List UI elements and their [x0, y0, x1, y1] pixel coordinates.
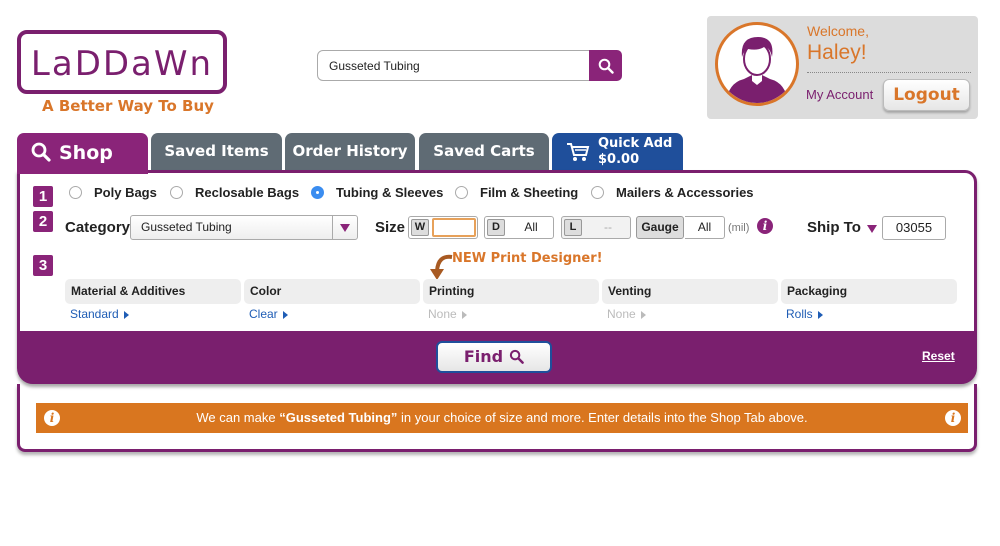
category-value: Gusseted Tubing: [141, 220, 232, 234]
option-value-text: None: [607, 307, 636, 321]
depth-key: D: [487, 219, 505, 236]
length-key: L: [564, 219, 582, 236]
quick-add-label: Quick Add: [598, 136, 673, 151]
info-icon: i: [945, 410, 961, 426]
search-icon: [598, 58, 614, 74]
reset-link[interactable]: Reset: [922, 349, 955, 363]
search-button[interactable]: [589, 50, 622, 81]
radio-tubing-sleeves[interactable]: Tubing & Sleeves: [311, 185, 443, 200]
logo-text: LaDDaWn: [30, 44, 214, 84]
new-print-designer-link[interactable]: NEW Print Designer!: [452, 251, 603, 266]
caret-right-icon: [817, 311, 823, 319]
search-icon: [31, 142, 51, 162]
cart-icon: [567, 143, 590, 161]
avatar[interactable]: [715, 22, 799, 106]
account-divider: [807, 72, 971, 73]
width-input[interactable]: [432, 218, 476, 237]
radio-label: Tubing & Sleeves: [336, 185, 444, 200]
dropdown-arrow-icon[interactable]: [332, 216, 357, 239]
option-header-printing: Printing: [423, 279, 599, 304]
find-label: Find: [463, 347, 504, 366]
option-value-text: Standard: [70, 307, 119, 321]
user-name: Haley!: [807, 41, 867, 64]
option-value-text: Rolls: [786, 307, 813, 321]
width-field[interactable]: W: [408, 216, 478, 239]
option-value-text: Clear: [249, 307, 278, 321]
banner-product: “Gusseted Tubing”: [279, 410, 398, 425]
radio-reclosable-bags[interactable]: Reclosable Bags: [170, 185, 299, 200]
shop-panel: 1 2 3 Poly Bags Reclosable Bags Tubing &…: [17, 170, 977, 384]
category-select[interactable]: Gusseted Tubing: [130, 215, 358, 240]
user-icon: [726, 37, 788, 103]
radio-label: Reclosable Bags: [195, 185, 300, 200]
gauge-value[interactable]: All: [685, 216, 725, 239]
radio-label: Mailers & Accessories: [616, 185, 754, 200]
logo[interactable]: LaDDaWn: [17, 30, 227, 94]
option-value-text: None: [428, 307, 457, 321]
info-section: i We can make “Gusseted Tubing” in your …: [17, 384, 977, 452]
radio-button[interactable]: [591, 186, 604, 199]
radio-label: Poly Bags: [94, 185, 157, 200]
welcome-text: Welcome,: [807, 23, 869, 39]
caret-right-icon: [640, 311, 646, 319]
option-printing-value: None: [428, 307, 467, 321]
ship-to-label: Ship To: [807, 219, 861, 236]
radio-label: Film & Sheeting: [480, 185, 579, 200]
info-banner: i We can make “Gusseted Tubing” in your …: [36, 403, 968, 433]
depth-field[interactable]: D All: [484, 216, 554, 239]
cart-total: $0.00: [598, 152, 640, 167]
step-3-badge: 3: [33, 255, 53, 276]
length-value: --: [604, 220, 612, 234]
info-icon: i: [44, 410, 60, 426]
size-label: Size: [375, 219, 406, 236]
tab-shop-label: Shop: [59, 142, 113, 164]
curved-arrow-icon: [430, 254, 453, 280]
category-label: Category: [65, 219, 131, 236]
caret-right-icon: [123, 311, 129, 319]
radio-poly-bags[interactable]: Poly Bags: [69, 185, 157, 200]
step-1-badge: 1: [33, 186, 53, 207]
step-2-badge: 2: [33, 211, 53, 232]
tab-saved-items[interactable]: Saved Items: [151, 133, 282, 171]
option-venting-value: None: [607, 307, 646, 321]
radio-button-selected[interactable]: [311, 186, 324, 199]
length-field[interactable]: L --: [561, 216, 631, 239]
radio-button[interactable]: [69, 186, 82, 199]
search-icon: [509, 349, 524, 364]
tab-quick-add[interactable]: Quick Add $0.00: [552, 133, 683, 171]
radio-mailers-accessories[interactable]: Mailers & Accessories: [591, 185, 754, 200]
banner-prefix: We can make: [196, 410, 280, 425]
width-key: W: [411, 219, 429, 236]
option-packaging-value[interactable]: Rolls: [786, 307, 823, 321]
option-header-venting: Venting: [602, 279, 778, 304]
tab-shop[interactable]: Shop: [17, 133, 148, 174]
option-material-value[interactable]: Standard: [70, 307, 129, 321]
caret-right-icon: [461, 311, 467, 319]
gauge-info-icon[interactable]: i: [757, 218, 773, 234]
option-header-material: Material & Additives: [65, 279, 241, 304]
account-panel: Welcome, Haley! My Account Logout: [707, 16, 978, 119]
find-button[interactable]: Find: [436, 341, 552, 373]
radio-button[interactable]: [170, 186, 183, 199]
banner-suffix: in your choice of size and more. Enter d…: [397, 410, 808, 425]
radio-film-sheeting[interactable]: Film & Sheeting: [455, 185, 578, 200]
logout-button[interactable]: Logout: [883, 79, 970, 111]
option-color-value[interactable]: Clear: [249, 307, 288, 321]
my-account-link[interactable]: My Account: [806, 87, 873, 102]
depth-value: All: [524, 220, 538, 234]
tagline: A Better Way To Buy: [42, 97, 214, 115]
tab-saved-carts[interactable]: Saved Carts: [419, 133, 549, 171]
gauge-key[interactable]: Gauge: [636, 216, 684, 239]
ship-to-zip[interactable]: 03055: [882, 216, 946, 240]
ship-to-dropdown-icon[interactable]: [867, 225, 877, 233]
shop-form: 1 2 3 Poly Bags Reclosable Bags Tubing &…: [20, 173, 974, 331]
caret-right-icon: [282, 311, 288, 319]
option-header-packaging: Packaging: [781, 279, 957, 304]
gauge-unit: (mil): [728, 222, 750, 234]
radio-button[interactable]: [455, 186, 468, 199]
tab-order-history[interactable]: Order History: [285, 133, 415, 171]
search-input[interactable]: [317, 50, 590, 81]
option-header-color: Color: [244, 279, 420, 304]
